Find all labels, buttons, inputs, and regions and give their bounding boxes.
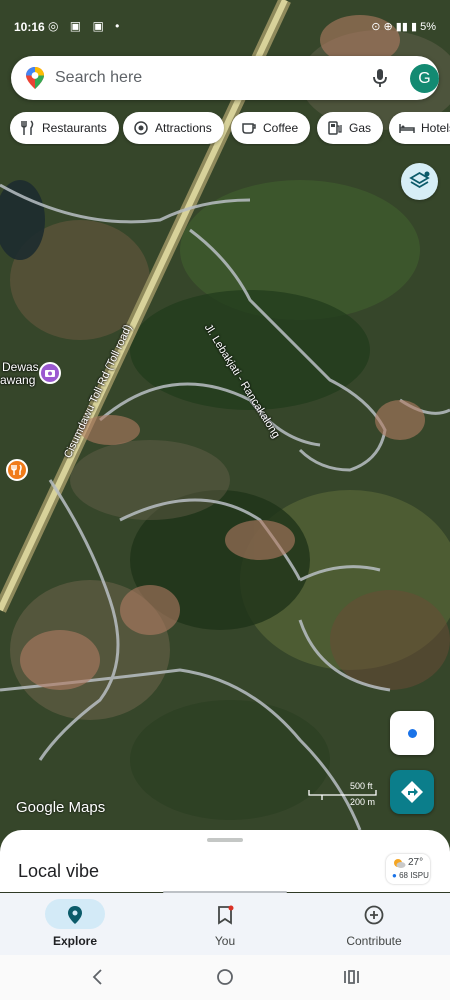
recents-icon[interactable] xyxy=(341,967,361,987)
explore-bottom-sheet[interactable]: Local vibe xyxy=(0,830,450,892)
layers-icon xyxy=(409,171,430,189)
attraction-poi-marker[interactable] xyxy=(39,362,61,384)
signal-icon: ⊙ ⊕ ▮▮ ▮ xyxy=(371,21,421,33)
gas-pump-icon xyxy=(328,121,342,135)
google-maps-pin-icon xyxy=(26,67,44,89)
layers-button[interactable] xyxy=(401,163,438,200)
sheet-title: Local vibe xyxy=(18,861,100,881)
chip-label: Attractions xyxy=(155,121,212,135)
chip-coffee[interactable]: Coffee xyxy=(231,112,311,144)
location-dot-icon xyxy=(408,729,417,738)
directions-icon xyxy=(401,781,423,803)
bottom-navigation: Explore You Contribute xyxy=(0,893,450,955)
home-icon[interactable] xyxy=(215,967,235,987)
back-icon[interactable] xyxy=(88,967,108,987)
status-bar: 10:16 ◎ ▣ ▣ • ⊙ ⊕ ▮▮ ▮ 5% xyxy=(0,0,450,54)
fork-knife-icon xyxy=(21,120,34,135)
chip-label: Hotels xyxy=(421,121,450,135)
battery-percent: 5% xyxy=(420,21,436,33)
map-scale: 500 ft 200 m xyxy=(306,781,378,809)
restaurant-poi-marker[interactable] xyxy=(6,459,28,481)
place-label-dewas: Dewas xyxy=(2,360,39,374)
nav-label: Explore xyxy=(52,934,97,948)
chip-attractions[interactable]: Attractions xyxy=(123,112,224,144)
nav-label: Contribute xyxy=(346,934,402,948)
bookmark-icon xyxy=(218,905,234,925)
weather-chip[interactable]: 27° ● 68 ISPU xyxy=(386,854,430,884)
air-quality-value: 68 ISPU xyxy=(399,871,429,880)
nav-label: You xyxy=(214,934,236,948)
microphone-icon[interactable] xyxy=(369,67,391,89)
directions-button[interactable] xyxy=(390,770,434,814)
place-label-awang: awang xyxy=(0,373,36,387)
explore-pin-icon xyxy=(68,906,82,924)
weather-temperature: 27° xyxy=(408,857,424,868)
account-avatar[interactable]: G xyxy=(410,64,439,93)
camera-icon xyxy=(45,370,55,377)
nav-you[interactable]: You xyxy=(165,893,315,955)
coffee-cup-icon xyxy=(242,123,256,134)
chip-label: Restaurants xyxy=(42,121,107,135)
search-bar[interactable]: G xyxy=(11,56,439,100)
sheet-drag-handle[interactable] xyxy=(207,838,243,842)
partly-cloudy-icon xyxy=(394,859,406,868)
status-icons: ⊙ ⊕ ▮▮ ▮ 5% xyxy=(371,20,436,33)
category-chips: Restaurants Attractions Coffee Gas Hotel… xyxy=(0,112,450,146)
chip-label: Gas xyxy=(349,121,372,135)
system-navigation-bar xyxy=(0,955,450,1000)
bed-icon xyxy=(399,124,415,133)
air-quality: ● 68 ISPU xyxy=(392,871,429,880)
scale-metric: 200 m xyxy=(350,797,376,807)
chip-restaurants[interactable]: Restaurants xyxy=(10,112,119,144)
add-circle-icon xyxy=(364,905,384,925)
nav-explore[interactable]: Explore xyxy=(15,893,165,955)
status-time: 10:16 xyxy=(14,20,45,34)
fork-knife-icon xyxy=(11,464,22,475)
chip-gas[interactable]: Gas xyxy=(317,112,384,144)
my-location-button[interactable] xyxy=(390,711,434,755)
chip-hotels[interactable]: Hotels xyxy=(389,112,450,144)
google-maps-logo: Google Maps xyxy=(16,799,106,816)
nav-contribute[interactable]: Contribute xyxy=(314,893,450,955)
chip-label: Coffee xyxy=(263,121,299,135)
camera-icon xyxy=(134,121,148,135)
notification-icons: ◎ ▣ ▣ • xyxy=(48,19,124,33)
search-input[interactable] xyxy=(55,66,345,90)
